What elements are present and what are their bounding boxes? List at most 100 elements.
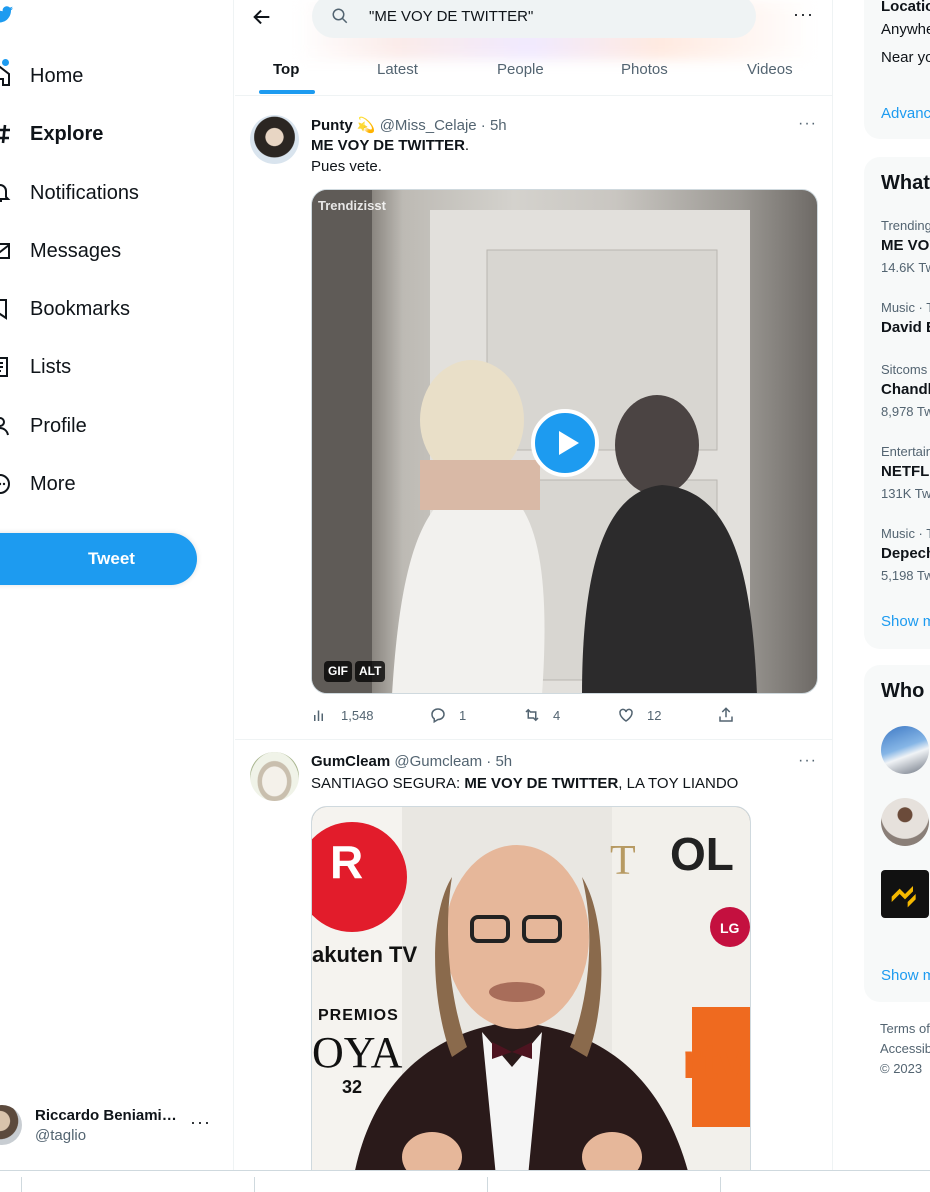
tab-label: Photos [621,61,668,78]
avatar[interactable] [881,726,929,774]
search-query: "ME VOY DE TWITTER" [369,8,534,25]
reply-action[interactable]: 1 [429,706,466,724]
tweet-header: Punty 💫 @Miss_Celaje · 5h [311,116,507,134]
trend-count: 14.6K Tw [881,260,930,275]
trend-name: Depech [881,545,930,562]
trend-name: ME VOY [881,237,930,254]
trend-name: Chandl [881,381,930,398]
bottom-drawer-bar [0,1170,930,1192]
author-name[interactable]: GumCleam [311,753,390,770]
separator-dot: · [480,117,486,134]
account-more-icon[interactable]: ··· [190,1112,211,1133]
tweet[interactable]: GumCleam @Gumcleam · 5h ··· SANTIAGO SEG… [235,740,832,1170]
author-name[interactable]: Punty [311,117,353,134]
tweet-header: GumCleam @Gumcleam · 5h [311,753,512,770]
photo-media[interactable]: R akuten TV T OL LG PREMIOS OYA 32 rtv [311,806,751,1170]
sign-t: T [610,838,636,884]
alt-badge[interactable]: ALT [355,661,386,682]
avatar[interactable] [881,798,929,846]
nav-label: Bookmarks [30,298,131,320]
author-handle[interactable]: @Miss_Celaje [380,117,477,134]
account-name: Riccardo Beniami… [35,1107,177,1124]
sign-premios: PREMIOS [318,1007,399,1024]
play-icon [559,431,579,455]
bell-icon [0,184,11,202]
dock-divider [720,1177,721,1192]
tweet-button[interactable]: Tweet [0,533,197,585]
tab-label: Videos [747,61,793,78]
hashtag-icon [0,124,10,144]
avatar [0,1105,22,1145]
trend-count: 5,198 Tw [881,568,930,583]
tweet-more-icon[interactable]: ··· [798,752,817,770]
avatar[interactable] [250,115,299,164]
back-arrow-icon[interactable] [251,6,273,28]
tweet-text: SANTIAGO SEGURA: ME VOY DE TWITTER, LA T… [311,774,738,794]
search-header: "ME VOY DE TWITTER" ··· Top Latest Peopl… [235,0,832,96]
show-more-follow-link[interactable]: Show m [881,967,930,984]
advanced-search-link[interactable]: Advanc [881,105,930,122]
nav-label: Notifications [30,182,139,204]
tweet-actions: 1,548 1 4 12 [311,706,751,730]
trends-heading: What [881,172,930,194]
active-tab-indicator [259,90,315,94]
reply-icon [431,708,445,724]
retweet-action[interactable]: 4 [523,706,560,724]
unread-dot [2,59,9,66]
location-anywhere-option[interactable]: Anywhe [881,21,930,38]
sign-rakuten: akuten TV [312,942,418,967]
share-action[interactable] [717,706,747,724]
account-handle: @taglio [35,1127,87,1144]
footer-accessibility-link[interactable]: Accessib [880,1041,930,1056]
trends-card: What Trending ME VOY 14.6K Tw Music · T … [864,157,930,649]
tweet-text-tail: . [464,137,470,154]
twitter-logo-icon[interactable] [0,4,14,26]
tweet-time[interactable]: 5h [495,753,512,770]
trend-count: 8,978 Tw [881,404,930,419]
location-near-option[interactable]: Near yo [881,49,930,66]
nav-label: More [30,473,76,495]
more-options-icon[interactable]: ··· [793,4,814,25]
like-count: 12 [647,707,662,723]
envelope-icon [0,243,10,259]
dock-divider [21,1177,22,1192]
account-switcher[interactable]: Riccardo Beniami… @taglio ··· [0,1100,220,1150]
footer-terms-link[interactable]: Terms of [880,1021,930,1036]
sign-lg: LG [720,920,740,936]
nav-label: Home [30,65,84,87]
sign-r: R [330,836,364,888]
author-handle[interactable]: @Gumcleam [394,753,482,770]
nav-label: Lists [30,356,72,378]
search-input[interactable]: "ME VOY DE TWITTER" [312,0,756,38]
play-button[interactable] [531,409,599,477]
gif-media[interactable]: Trendizisst GIF ALT [311,189,818,694]
retweet-icon [525,708,539,722]
avatar[interactable] [881,870,929,918]
separator-dot: · [486,753,492,770]
more-circle-icon [0,474,10,494]
nav-label: Explore [30,123,104,145]
bookmark-icon [0,299,7,320]
search-icon [332,8,348,24]
footer-copyright: © 2023 [880,1061,923,1076]
tab-label: Latest [377,61,418,78]
gif-badge: GIF [324,661,352,682]
tweet[interactable]: Punty 💫 @Miss_Celaje · 5h ··· ME VOY DE … [235,101,832,740]
location-heading: Locatio [881,0,930,15]
views-action[interactable]: 1,548 [311,706,374,724]
sign-ol: OL [670,828,734,880]
tweet-text-tail: , LA TOY LIANDO [618,775,739,792]
tweet-text: ME VOY DE TWITTER. [311,136,469,156]
nav-label: Profile [30,415,87,437]
who-to-follow-card: Who Show m [864,665,930,1002]
show-more-trends-link[interactable]: Show m [881,613,930,630]
like-action[interactable]: 12 [617,706,661,724]
avatar[interactable] [250,752,299,801]
tab-label: People [497,61,544,78]
tweet-more-icon[interactable]: ··· [798,115,817,133]
tweet-time[interactable]: 5h [490,117,507,134]
list-icon [0,357,8,377]
trend-meta: Entertain [881,444,930,459]
trend-name: NETFLI [881,463,930,480]
watermark: Trendizisst [318,198,386,213]
